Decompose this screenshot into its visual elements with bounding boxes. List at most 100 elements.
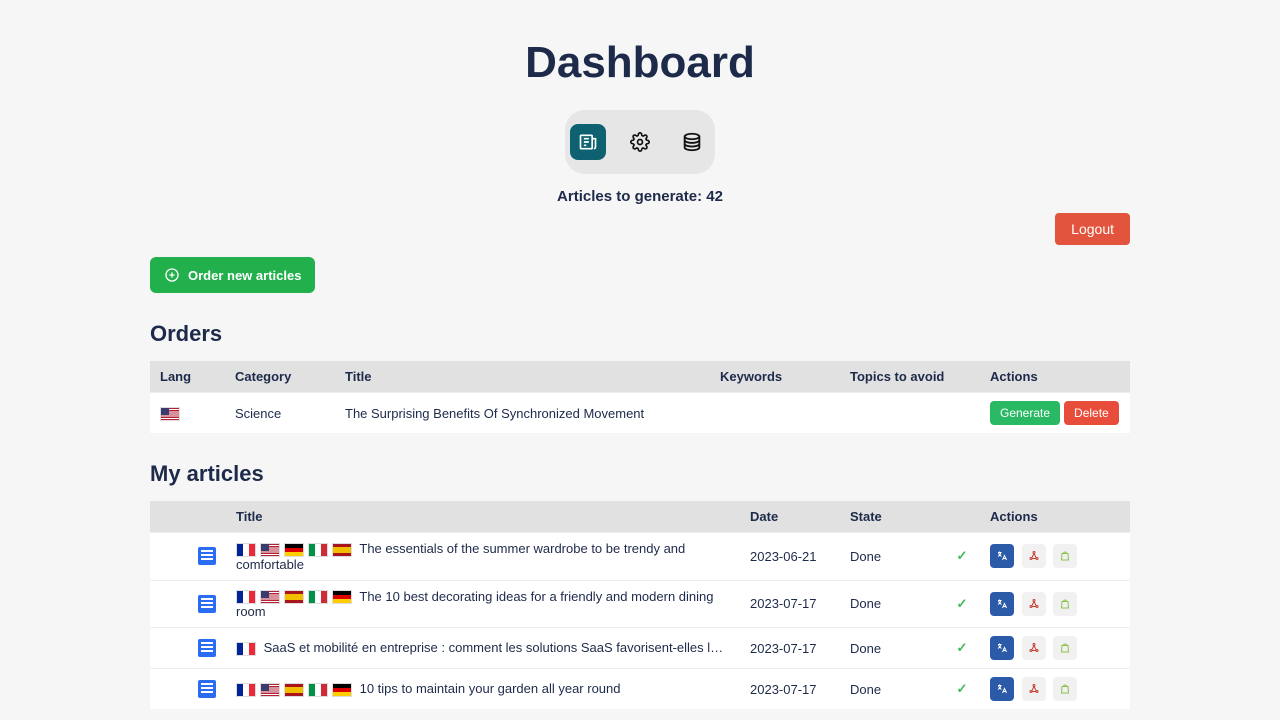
state-cell: Done✓	[840, 580, 980, 628]
flag-us-icon	[260, 683, 280, 697]
document-icon[interactable]	[198, 547, 216, 565]
shopify-button[interactable]	[1053, 677, 1077, 701]
gear-icon	[630, 132, 650, 152]
flag-es-icon	[332, 543, 352, 557]
webhook-icon	[1028, 549, 1040, 563]
check-icon: ✓	[954, 548, 970, 564]
translate-icon	[996, 641, 1008, 655]
newspaper-icon	[578, 132, 598, 152]
flag-fr-icon	[236, 590, 256, 604]
table-row: ScienceThe Surprising Benefits Of Synchr…	[150, 393, 1130, 434]
flag-de-icon	[332, 683, 352, 697]
doc-cell	[150, 628, 226, 669]
shopping-bag-icon	[1059, 597, 1071, 611]
articles-table: Title Date State Actions The essentials …	[150, 501, 1130, 709]
coins-icon	[681, 131, 703, 153]
document-icon[interactable]	[198, 595, 216, 613]
logout-button[interactable]: Logout	[1055, 213, 1130, 245]
tab-credits[interactable]	[674, 124, 710, 160]
order-new-articles-label: Order new articles	[188, 268, 301, 283]
translate-icon	[996, 597, 1008, 611]
webhook-button[interactable]	[1022, 544, 1046, 568]
tab-settings[interactable]	[622, 124, 658, 160]
flag-fr-icon	[236, 543, 256, 557]
translate-button[interactable]	[990, 677, 1014, 701]
flag-es-icon	[284, 590, 304, 604]
shopify-button[interactable]	[1053, 544, 1077, 568]
col-actions: Actions	[980, 361, 1130, 393]
delete-button[interactable]: Delete	[1064, 401, 1119, 425]
doc-cell	[150, 669, 226, 710]
translate-button[interactable]	[990, 636, 1014, 660]
title-cell: The Surprising Benefits Of Synchronized …	[335, 393, 710, 434]
table-row: The 10 best decorating ideas for a frien…	[150, 580, 1130, 628]
date-cell: 2023-07-17	[740, 580, 840, 628]
shopify-button[interactable]	[1053, 636, 1077, 660]
flag-it-icon	[308, 543, 328, 557]
plus-circle-icon	[164, 267, 180, 283]
order-new-articles-button[interactable]: Order new articles	[150, 257, 315, 293]
flag-es-icon	[284, 683, 304, 697]
webhook-button[interactable]	[1022, 636, 1046, 660]
state-cell: Done✓	[840, 669, 980, 710]
document-icon[interactable]	[198, 639, 216, 657]
col-keywords: Keywords	[710, 361, 840, 393]
col-pre	[150, 501, 226, 533]
actions-cell	[980, 669, 1130, 710]
date-cell: 2023-06-21	[740, 533, 840, 581]
webhook-icon	[1028, 597, 1040, 611]
col-date: Date	[740, 501, 840, 533]
check-icon: ✓	[954, 640, 970, 656]
title-cell: The 10 best decorating ideas for a frien…	[226, 580, 740, 628]
document-icon[interactable]	[198, 680, 216, 698]
actions-cell	[980, 533, 1130, 581]
col-title2: Title	[226, 501, 740, 533]
flag-us-icon	[260, 543, 280, 557]
flag-us-icon	[260, 590, 280, 604]
flag-de-icon	[284, 543, 304, 557]
translate-icon	[996, 682, 1008, 696]
category-cell: Science	[225, 393, 335, 434]
table-row: 10 tips to maintain your garden all year…	[150, 669, 1130, 710]
flag-it-icon	[308, 590, 328, 604]
nav-tabs	[565, 110, 715, 174]
generate-status: Articles to generate: 42	[0, 188, 1280, 205]
webhook-button[interactable]	[1022, 677, 1046, 701]
state-cell: Done✓	[840, 533, 980, 581]
shopify-button[interactable]	[1053, 592, 1077, 616]
title-cell: The essentials of the summer wardrobe to…	[226, 533, 740, 581]
state-cell: Done✓	[840, 628, 980, 669]
shopping-bag-icon	[1059, 641, 1071, 655]
translate-button[interactable]	[990, 592, 1014, 616]
date-cell: 2023-07-17	[740, 669, 840, 710]
actions-cell	[980, 628, 1130, 669]
flag-us-icon	[160, 407, 180, 421]
flag-fr-icon	[236, 642, 256, 656]
my-articles-heading: My articles	[150, 461, 1130, 487]
doc-cell	[150, 580, 226, 628]
col-category: Category	[225, 361, 335, 393]
page-title: Dashboard	[0, 38, 1280, 88]
translate-icon	[996, 549, 1008, 563]
title-cell: SaaS et mobilité en entreprise : comment…	[226, 628, 740, 669]
table-row: SaaS et mobilité en entreprise : comment…	[150, 628, 1130, 669]
col-topics: Topics to avoid	[840, 361, 980, 393]
check-icon: ✓	[954, 681, 970, 697]
check-icon: ✓	[954, 596, 970, 612]
col-state: State	[840, 501, 980, 533]
webhook-button[interactable]	[1022, 592, 1046, 616]
lang-cell	[150, 393, 225, 434]
generate-button[interactable]: Generate	[990, 401, 1060, 425]
topics-cell	[840, 393, 980, 434]
flag-it-icon	[308, 683, 328, 697]
shopping-bag-icon	[1059, 549, 1071, 563]
actions-cell: GenerateDelete	[980, 393, 1130, 434]
shopping-bag-icon	[1059, 682, 1071, 696]
flag-fr-icon	[236, 683, 256, 697]
col-actions2: Actions	[980, 501, 1130, 533]
keywords-cell	[710, 393, 840, 434]
table-row: The essentials of the summer wardrobe to…	[150, 533, 1130, 581]
flag-de-icon	[332, 590, 352, 604]
translate-button[interactable]	[990, 544, 1014, 568]
tab-articles[interactable]	[570, 124, 606, 160]
